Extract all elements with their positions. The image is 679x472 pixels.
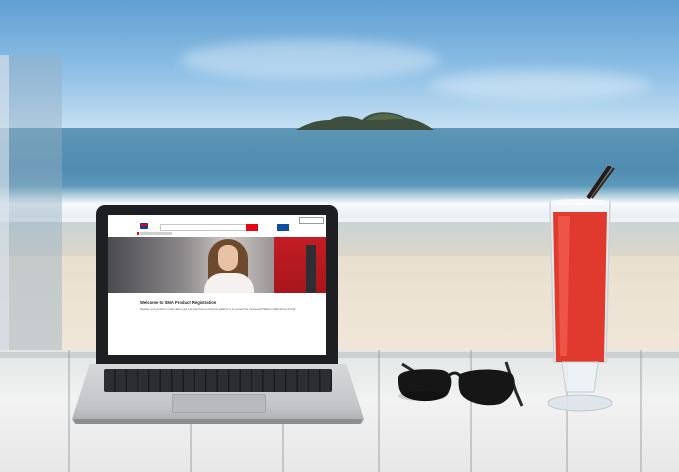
island [296,112,434,130]
woman-face [218,245,238,271]
plank-gap [378,350,380,472]
laptop-keyboard [104,369,332,392]
web-page-title: Welcome to SMA Product Registration [140,300,217,305]
sma-logo-icon[interactable] [140,223,148,229]
sunglasses [398,361,524,407]
laptop-base-front [74,419,362,424]
beach-photo: Welcome to SMA Product Registration Regi… [0,0,679,472]
laptop-touchpad [172,394,266,413]
laptop-screen: Welcome to SMA Product Registration Regi… [108,215,326,355]
red-drink-glass [547,166,615,412]
web-search-button[interactable] [246,224,258,231]
breadcrumb[interactable] [137,232,172,235]
web-intro-text: Register your product in order take to g… [140,308,296,311]
web-hero-image [108,237,326,293]
woman-shirt [204,273,254,293]
plank-gap [68,350,70,472]
hero-red-wall [274,237,326,293]
hero-door [306,245,316,293]
web-search-input[interactable] [160,224,248,231]
plank-gap [640,350,642,472]
cloud [430,70,650,100]
web-login-button[interactable] [277,224,289,231]
web-top-button[interactable] [299,217,324,224]
cloud [180,40,440,80]
